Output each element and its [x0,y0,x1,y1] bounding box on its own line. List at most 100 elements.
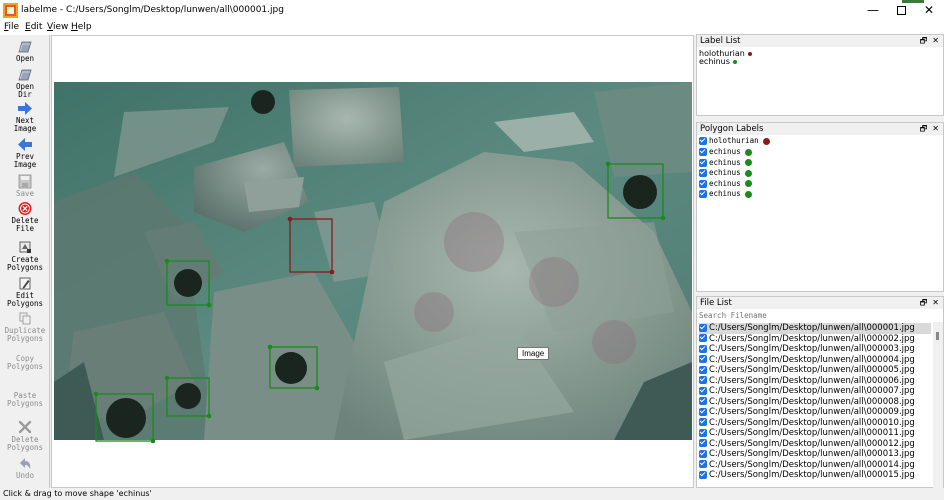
checkbox-checked-icon[interactable] [699,470,707,479]
checkbox-checked-icon[interactable] [699,334,707,342]
checkbox-checked-icon[interactable] [699,460,707,468]
cross-icon [18,420,32,434]
file-list-item[interactable]: C:/Users/Songlm/Desktop/lunwen/all\00000… [699,407,931,418]
create-polygons-button[interactable]: Create Polygons [0,240,50,272]
polygon-label-item[interactable]: echinus [699,147,752,157]
status-message: Click & drag to move shape 'echinus' [3,489,152,498]
copy-polygons-button[interactable]: Copy Polygons [0,355,50,371]
left-toolbar: Open Open Dir Next Image Prev Image Save De… [0,35,50,488]
file-list-item[interactable]: C:/Users/Songlm/Desktop/lunwen/all\00001… [699,460,931,471]
create-polygon-icon [19,241,31,253]
polygon-label-item[interactable]: echinus [699,158,752,168]
arrow-left-icon [18,138,32,151]
file-list-item[interactable]: C:/Users/Songlm/Desktop/lunwen/all\00001… [699,449,931,460]
polygon-label-item[interactable]: echinus [699,168,752,178]
checkbox-checked-icon[interactable] [699,169,707,177]
open-button[interactable]: Open [0,39,50,63]
scrollbar-thumb[interactable] [936,332,939,340]
checkbox-checked-icon[interactable] [699,376,707,384]
delete-circle-icon [18,202,32,215]
menu-view[interactable]: View [47,22,68,32]
file-list-item[interactable]: C:/Users/Songlm/Desktop/lunwen/all\00000… [699,344,931,355]
save-button[interactable]: Save [0,174,50,198]
file-list-item[interactable]: C:/Users/Songlm/Desktop/lunwen/all\00000… [699,386,931,397]
menu-edit[interactable]: Edit [25,22,42,32]
canvas-tooltip: Image [517,347,550,360]
label-color-dot [732,59,737,64]
polygon-label-item[interactable]: echinus [699,179,752,189]
dock-controls[interactable]: 🗗 ✕ [920,123,939,135]
label-list-item[interactable]: echinus [699,57,737,66]
checkbox-checked-icon[interactable] [699,449,707,458]
delete-polygons-button[interactable]: Delete Polygons [0,420,50,452]
file-list-item[interactable]: C:/Users/Songlm/Desktop/lunwen/all\00000… [699,334,931,345]
file-list-item[interactable]: C:/Users/Songlm/Desktop/lunwen/all\00000… [699,397,931,408]
maximize-icon [897,6,906,15]
undo-button[interactable]: Undo [0,456,50,480]
checkbox-checked-icon[interactable] [699,365,707,374]
label-color-dot [744,148,752,156]
title-bar: labelme - C:/Users/Songlm/Desktop/lunwen… [0,0,944,21]
duplicate-polygons-button[interactable]: Duplicate Polygons [0,311,50,343]
close-button[interactable]: ✕ [912,0,944,21]
edit-polygons-button[interactable]: Edit Polygons [0,276,50,308]
file-list-item[interactable]: C:/Users/Songlm/Desktop/lunwen/all\00000… [699,355,931,366]
search-filename-input[interactable] [697,310,943,321]
checkbox-checked-icon[interactable] [699,386,707,395]
menu-bar: File Edit View Help [0,21,944,35]
checkbox-checked-icon[interactable] [699,323,707,332]
file-list-scrollbar[interactable] [933,322,943,488]
duplicate-icon [19,312,31,325]
file-list-item[interactable]: C:/Users/Songlm/Desktop/lunwen/all\00000… [699,376,931,387]
file-list-item[interactable]: C:/Users/Songlm/Desktop/lunwen/all\00001… [699,428,931,439]
checkbox-checked-icon[interactable] [699,428,707,437]
window-title: labelme - C:/Users/Songlm/Desktop/lunwen… [21,5,284,15]
checkbox-checked-icon[interactable] [699,179,707,188]
polygon-label-item[interactable]: echinus [699,189,752,199]
open-folder-icon [18,41,32,53]
label-list-title: Label List 🗗 ✕ [697,35,943,47]
checkbox-checked-icon[interactable] [699,158,707,167]
label-color-dot [744,190,752,198]
underwater-photo[interactable] [54,82,692,440]
open-dir-icon [18,69,32,81]
dock-controls[interactable]: 🗗 ✕ [920,297,939,309]
checkbox-checked-icon[interactable] [699,148,707,156]
label-color-dot [747,51,752,56]
file-list-item[interactable]: C:/Users/Songlm/Desktop/lunwen/all\00001… [699,418,931,429]
label-color-dot [744,169,752,177]
checkbox-checked-icon[interactable] [699,344,707,353]
checkbox-checked-icon[interactable] [699,397,707,405]
prev-image-button[interactable]: Prev Image [0,137,50,169]
next-image-button[interactable]: Next Image [0,101,50,133]
minimize-icon: — [867,3,879,17]
file-list-item[interactable]: C:/Users/Songlm/Desktop/lunwen/all\00001… [699,470,931,481]
polygon-labels-title: Polygon Labels 🗗 ✕ [697,123,943,135]
polygon-label-item[interactable]: holothurian [699,136,770,146]
dock-controls[interactable]: 🗗 ✕ [920,35,939,47]
file-list-dock: File List🗗 ✕ C:/Users/Songlm/Desktop/lun… [696,296,944,488]
file-list-title: File List 🗗 ✕ [697,297,943,309]
checkbox-checked-icon[interactable] [699,407,707,416]
floppy-disk-icon [18,174,32,189]
menu-file[interactable]: File [4,22,19,32]
label-color-dot [762,137,770,145]
photo-scene [54,82,692,440]
close-icon: ✕ [923,3,935,17]
checkbox-checked-icon[interactable] [699,355,707,363]
label-list-dock: Label List 🗗 ✕ holothurian echinus [696,34,944,116]
delete-file-button[interactable]: Delete File [0,201,50,233]
file-list-item[interactable]: C:/Users/Songlm/Desktop/lunwen/all\00000… [699,323,931,334]
checkbox-checked-icon[interactable] [699,190,707,198]
paste-polygons-button[interactable]: Paste Polygons [0,392,50,408]
checkbox-checked-icon[interactable] [699,137,707,145]
file-list-item[interactable]: C:/Users/Songlm/Desktop/lunwen/all\00001… [699,439,931,450]
edit-pencil-icon [19,277,31,290]
menu-help[interactable]: Help [71,22,92,32]
label-color-dot [744,159,752,166]
checkbox-checked-icon[interactable] [699,439,707,447]
file-list-item[interactable]: C:/Users/Songlm/Desktop/lunwen/all\00000… [699,365,931,376]
undo-arrow-icon [20,458,31,469]
checkbox-checked-icon[interactable] [699,418,707,426]
open-dir-button[interactable]: Open Dir [0,67,50,99]
